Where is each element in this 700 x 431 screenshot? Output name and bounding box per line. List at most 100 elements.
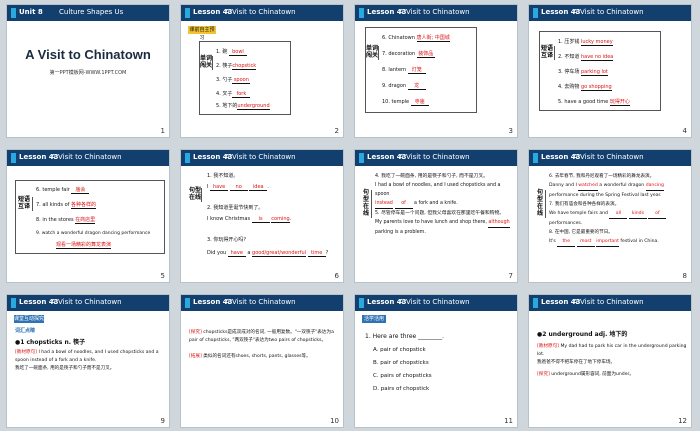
item-answer: lucky money [580, 39, 613, 46]
item-text: 6. temple fair [36, 187, 70, 193]
sentence-cn: 3. 你玩得开心吗? [207, 237, 247, 243]
slide-thumbnail-12[interactable]: Lesson 43 A Visit to Chinatown ●2 underg… [528, 294, 692, 428]
item-text: 8. lantern [382, 67, 407, 73]
item-answer: bowl [228, 49, 247, 56]
sentence-cn: 5. 尽管停车是一个问题, 但我父母喜欢在那里吃午餐和购物。 [375, 211, 505, 216]
sentence-cn: 4. 我吃了一碗面条, 用的是筷子和勺子, 而不是刀叉。 [375, 174, 488, 179]
slide-thumbnail-3[interactable]: Lesson 43 A Visit to Chinatown 单词闯关 6. C… [354, 4, 518, 138]
slide-number: 5 [160, 272, 165, 280]
slide-header: Lesson 43 A Visit to Chinatown [7, 295, 169, 311]
item-text: 4. 去购物 [558, 84, 580, 90]
blank-answer: good/great/wonderful [252, 250, 307, 257]
sentence-cn: 8. 在中国, 它是最重要的节日。 [549, 230, 613, 235]
item-answer: 玩得开心 [609, 99, 630, 106]
item-answer: 在商店里 [75, 217, 96, 224]
word-table: 单词闯关 1. 碗 bowl 2. 筷子chopstick 3. 勺子spoon… [199, 41, 291, 115]
blank-answer: instead [375, 199, 393, 209]
slide-header: Lesson 43 A Visit to Chinatown [355, 295, 517, 311]
blank-answer: time [307, 250, 326, 257]
item-answer: 寺庙 [410, 98, 429, 106]
lesson-title: A Visit to Chinatown [51, 153, 122, 161]
explain-block: [探究] chopsticks是成双成对的名词, 一般用复数。"一双筷子"表达为… [189, 329, 339, 361]
slide-thumbnail-2[interactable]: Lesson 43 A Visit to Chinatown 课前自主预习 单词… [180, 4, 344, 138]
example-en: My dad had to park his car in the underg… [537, 344, 687, 357]
item-text: 3. 停车场 [558, 69, 580, 75]
item-answer: 唐人街; 中国城 [416, 35, 450, 42]
blank-answer: although [488, 218, 510, 228]
slide-header: Lesson 43 A Visit to Chinatown [181, 295, 343, 311]
word-table: 单词闯关 6. Chinatown 唐人街; 中国城 7. decoration… [365, 27, 477, 113]
slide-thumbnail-9[interactable]: Lesson 43 A Visit to Chinatown 课堂互动探究 词汇… [6, 294, 170, 428]
section-tag: 活学活用 [362, 315, 386, 323]
blank-answer: of [394, 199, 413, 209]
example-cn: 我爸爸不得不把车停在了地下停车场。 [537, 360, 616, 365]
table-side-label: 单词闯关 [366, 46, 379, 60]
blank-answer: watched [578, 181, 598, 191]
slide-thumbnail-7[interactable]: Lesson 43 A Visit to Chinatown 句型在线 4. 我… [354, 149, 518, 283]
slide-number: 6 [334, 272, 339, 280]
blank-answer: have [210, 184, 229, 191]
blank-answer: no [229, 184, 248, 191]
blank-answer: kinds [628, 209, 647, 219]
table-side-label: 单词闯关 [200, 56, 213, 70]
label: [探究] [189, 330, 202, 335]
blank-answer: dancing [645, 181, 664, 191]
sub-heading: 词汇点睛 [15, 328, 36, 334]
slide-thumbnail-8[interactable]: Lesson 43 A Visit to Chinatown 句型在线 6. 去… [528, 149, 692, 283]
slide-thumbnail-1[interactable]: Unit 8 Culture Shapes Us A Visit to Chin… [6, 4, 170, 138]
lesson-title: A Visit to Chinatown [51, 298, 122, 306]
slide-thumbnail-6[interactable]: Lesson 43 A Visit to Chinatown 句型在线 1. 我… [180, 149, 344, 283]
table-side-label: 短语互译 [540, 46, 555, 60]
lesson-title: A Visit to Chinatown [573, 153, 644, 161]
item-answer: 观看一场精彩的舞龙表演 [56, 242, 112, 249]
table-side-label: 短语互译 [16, 197, 33, 211]
sentence-en: performance during the Spring Festival l… [549, 193, 662, 198]
side-label: 句型在线 [189, 188, 202, 202]
example-en: I had a bowl of noodles, and I used chop… [15, 350, 159, 363]
label: [教材原句] [15, 350, 37, 355]
slide-header: Lesson 43 A Visit to Chinatown [181, 5, 343, 21]
slide-thumbnail-5[interactable]: Lesson 43 A Visit to Chinatown 短语互译 6. t… [6, 149, 170, 283]
slide-sorter-grid: Unit 8 Culture Shapes Us A Visit to Chin… [6, 4, 694, 428]
slide-thumbnail-4[interactable]: Lesson 43 A Visit to Chinatown 短语互译 1. 压… [528, 4, 692, 138]
label: [教材原句] [537, 344, 559, 349]
item-answer: spoon [232, 77, 251, 84]
sentence-en: I had a bowl of noodles, and I used chop… [375, 183, 501, 197]
item-text: 9. watch a wonderful dragon dancing perf… [36, 231, 151, 236]
slide-header: Lesson 43 A Visit to Chinatown [181, 150, 343, 166]
slide-header: Lesson 43 A Visit to Chinatown [7, 150, 169, 166]
item-answer: have no idea [580, 54, 614, 61]
example-block: [教材原句] I had a bowl of noodles, and I us… [15, 349, 165, 373]
slide-thumbnail-10[interactable]: Lesson 43 A Visit to Chinatown [探究] chop… [180, 294, 344, 428]
sentence-cn: 7. 我们有庙会和各种各样的表演。 [549, 202, 620, 207]
slide-header: Lesson 43 A Visit to Chinatown [355, 150, 517, 166]
point-heading: ●2 underground adj. 地下的 [537, 331, 628, 338]
item-answer: 龙 [407, 82, 426, 90]
slide-thumbnail-11[interactable]: Lesson 43 A Visit to Chinatown 活学活用 1. H… [354, 294, 518, 428]
slide-number: 4 [682, 127, 687, 135]
item-text: 2. 筷子 [216, 63, 233, 69]
slide-number: 12 [678, 417, 687, 425]
explain-text: chopsticks是成双成对的名词, 一般用复数。"一双筷子"表达为a pai… [189, 330, 334, 343]
lesson-title: A Visit to Chinatown [225, 153, 296, 161]
side-label: 句型在线 [361, 190, 372, 218]
label: [探究] [537, 372, 550, 377]
item-answer: 庙会 [71, 186, 90, 194]
phrase-table: 短语互译 6. temple fair 庙会 7. all kinds of 各… [15, 180, 165, 254]
blank-answer: most [576, 237, 595, 247]
slide-number: 10 [330, 417, 339, 425]
item-answer: go shopping [580, 84, 612, 91]
slide-header: Unit 8 Culture Shapes Us [7, 5, 169, 21]
side-label: 句型在线 [535, 190, 546, 218]
section-tag: 课堂互动探究 [14, 315, 45, 323]
sentence-cn: 1. 我不知道。 [207, 173, 239, 179]
item-text: 7. all kinds of [36, 202, 70, 208]
example-cn: 我吃了一碗面条, 用的是筷子和勺子而不是刀叉。 [15, 366, 115, 371]
unit-title: Culture Shapes Us [59, 8, 124, 16]
item-text: 6. Chinatown [382, 35, 415, 41]
item-text: 10. temple [382, 99, 410, 105]
sentence-cn: 2. 我知道圣诞节快到了。 [207, 205, 264, 211]
option-d: D. pairs of chopstick [373, 386, 430, 392]
item-text: 3. 勺子 [216, 77, 233, 83]
sentence-en: parking is a problem. [375, 230, 426, 235]
